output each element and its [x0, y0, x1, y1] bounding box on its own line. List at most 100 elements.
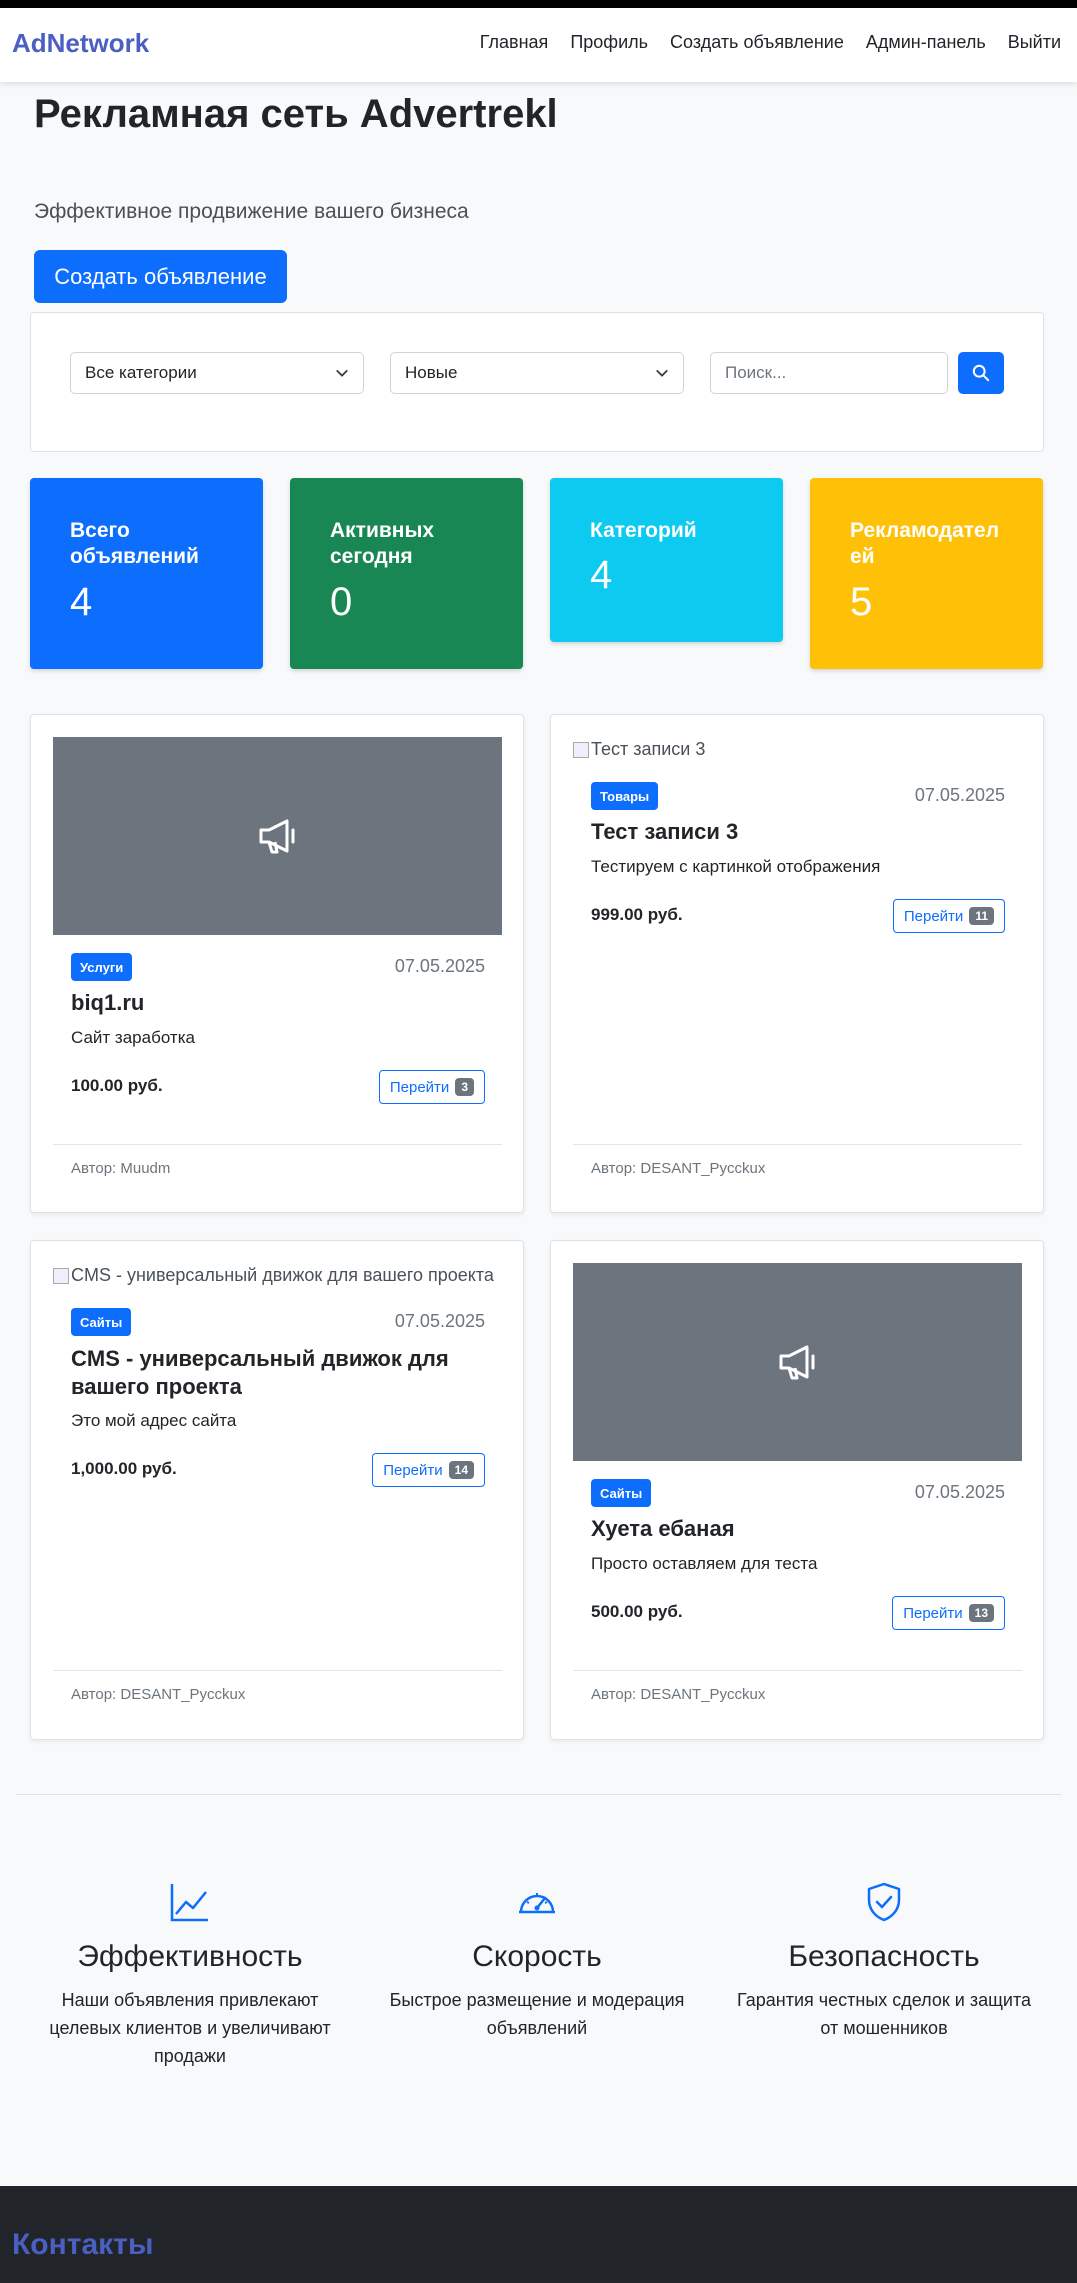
shield-check-icon: [867, 1882, 901, 1922]
feature-efficiency: Эффективность Наши объявления привлекают…: [40, 1880, 340, 2070]
feature-text: Гарантия честных сделок и защита от моше…: [736, 1990, 1031, 2038]
speedometer-icon: [519, 1893, 555, 1914]
click-count-badge: 3: [455, 1078, 474, 1096]
search-icon: [972, 364, 990, 382]
ad-price: 1,000.00 руб.: [71, 1459, 177, 1478]
ad-title: Тест записи 3: [591, 819, 739, 844]
category-badge: Сайты: [71, 1308, 132, 1336]
nav-link-create-ad[interactable]: Создать объявление: [670, 32, 844, 53]
sort-select-value: Новые: [405, 363, 458, 382]
nav-link-admin[interactable]: Админ-панель: [866, 32, 986, 53]
go-button-label: Перейти: [383, 1461, 443, 1479]
ad-date: 07.05.2025: [394, 1311, 485, 1331]
ad-description: Сайт заработка: [71, 1028, 195, 1047]
stat-value: 4: [70, 580, 93, 624]
ad-author: Автор: DESANT_Pycckux: [591, 1160, 766, 1177]
footer: Контакты: [0, 2186, 1077, 2283]
broken-image-icon: [573, 741, 589, 758]
section-divider: [16, 1794, 1061, 1795]
ad-date: 07.05.2025: [914, 785, 1005, 805]
stat-card-active-today: Активных сегодня 0: [290, 478, 523, 669]
category-badge: Сайты: [591, 1479, 652, 1507]
page-title: Рекламная сеть Advertrekl: [34, 92, 558, 136]
stat-label: Активных сегодня: [330, 519, 435, 568]
ad-title: CMS - универсальный движок для вашего пр…: [71, 1346, 449, 1399]
feature-speed: Скорость Быстрое размещение и модерация …: [387, 1880, 687, 2042]
ad-price: 999.00 руб.: [591, 905, 683, 924]
go-button-label: Перейти: [903, 907, 964, 925]
feature-title: Скорость: [472, 1940, 602, 1973]
stat-value: 4: [590, 553, 613, 597]
ad-card: Сайты 07.05.2025 Хуета ебаная Просто ост…: [550, 1240, 1044, 1740]
ad-description: Тестируем с картинкой отображения: [591, 857, 881, 876]
ad-date: 07.05.2025: [394, 956, 485, 976]
category-badge: Услуги: [71, 953, 133, 981]
footer-contacts-heading: Контакты: [12, 2228, 154, 2261]
megaphone-icon: [779, 1345, 814, 1380]
stat-card-advertisers: Рекламодател ей 5: [810, 478, 1043, 669]
category-select-value: Все категории: [85, 363, 197, 382]
click-count-badge: 14: [448, 1461, 474, 1479]
nav-link-profile[interactable]: Профиль: [570, 32, 648, 53]
ad-title: Хуета ебаная: [591, 1516, 735, 1541]
card-divider: [573, 1144, 1022, 1145]
go-button[interactable]: Перейти 13: [892, 1596, 1005, 1630]
feature-title: Безопасность: [788, 1940, 980, 1973]
search-button[interactable]: [958, 352, 1004, 394]
ad-card: Тест записи 3 Товары 07.05.2025 Тест зап…: [550, 714, 1044, 1213]
category-badge: Товары: [591, 782, 659, 810]
stat-card-total-ads: Всего объявлений 4: [30, 478, 263, 669]
ad-card: Услуги 07.05.2025 biq1.ru Сайт заработка…: [30, 714, 524, 1213]
search-input[interactable]: [710, 352, 948, 394]
feature-text: Наши объявления привлекают целевых клиен…: [49, 1990, 331, 2066]
go-button-label: Перейти: [903, 1604, 963, 1622]
go-button-label: Перейти: [389, 1078, 450, 1096]
go-button[interactable]: Перейти 14: [372, 1453, 485, 1487]
ad-price: 100.00 руб.: [71, 1076, 163, 1095]
navbar: AdNetwork Главная Профиль Создать объявл…: [0, 8, 1077, 82]
chart-line-icon: [170, 1884, 208, 1922]
ad-author: Автор: DESANT_Pycckux: [71, 1686, 246, 1703]
ad-image-alt: CMS - универсальный движок для вашего пр…: [71, 1265, 494, 1285]
ad-description: Это мой адрес сайта: [71, 1411, 237, 1430]
nav-link-home[interactable]: Главная: [480, 32, 549, 53]
card-divider: [53, 1144, 502, 1145]
ad-description: Просто оставляем для теста: [591, 1554, 818, 1573]
stat-label: Всего объявлений: [70, 519, 199, 568]
card-divider: [573, 1670, 1022, 1671]
category-select[interactable]: Все категории: [70, 352, 364, 394]
ad-author: Автор: Muudm: [71, 1160, 171, 1177]
stat-label: Категорий: [590, 519, 697, 542]
card-divider: [53, 1670, 502, 1671]
click-count-badge: 11: [969, 907, 994, 925]
feature-text: Быстрое размещение и модерация объявлени…: [389, 1990, 685, 2038]
brand-logo[interactable]: AdNetwork: [12, 28, 149, 59]
go-button[interactable]: Перейти 11: [892, 899, 1005, 933]
feature-security: Безопасность Гарантия честных сделок и з…: [734, 1880, 1034, 2042]
ad-date: 07.05.2025: [914, 1482, 1005, 1502]
create-ad-button[interactable]: Создать объявление: [34, 250, 287, 303]
ad-title: biq1.ru: [71, 990, 145, 1015]
broken-image-icon: [53, 1267, 69, 1284]
feature-title: Эффективность: [77, 1940, 303, 1973]
click-count-badge: 13: [968, 1604, 994, 1622]
ad-card: CMS - универсальный движок для вашего пр…: [30, 1240, 524, 1740]
stat-value: 0: [330, 580, 353, 624]
stat-label: Рекламодател ей: [850, 519, 1000, 568]
stat-value: 5: [850, 580, 873, 624]
chevron-down-icon: [656, 369, 668, 377]
nav-links: Главная Профиль Создать объявление Админ…: [480, 32, 1061, 53]
ad-author: Автор: DESANT_Pycckux: [591, 1686, 766, 1703]
nav-link-logout[interactable]: Выйти: [1008, 32, 1061, 53]
sort-select[interactable]: Новые: [390, 352, 684, 394]
top-edge: [0, 0, 1077, 8]
ad-price: 500.00 руб.: [591, 1602, 683, 1621]
ad-image-placeholder: [573, 1263, 1022, 1461]
stat-card-categories: Категорий 4: [550, 478, 783, 642]
page-subtitle: Эффективное продвижение вашего бизнеса: [34, 200, 469, 223]
filter-panel: Все категории Новые: [30, 312, 1044, 452]
go-button[interactable]: Перейти 3: [378, 1070, 485, 1104]
ad-image-alt: Тест записи 3: [591, 739, 706, 759]
megaphone-icon: [259, 819, 294, 854]
chevron-down-icon: [336, 369, 348, 377]
